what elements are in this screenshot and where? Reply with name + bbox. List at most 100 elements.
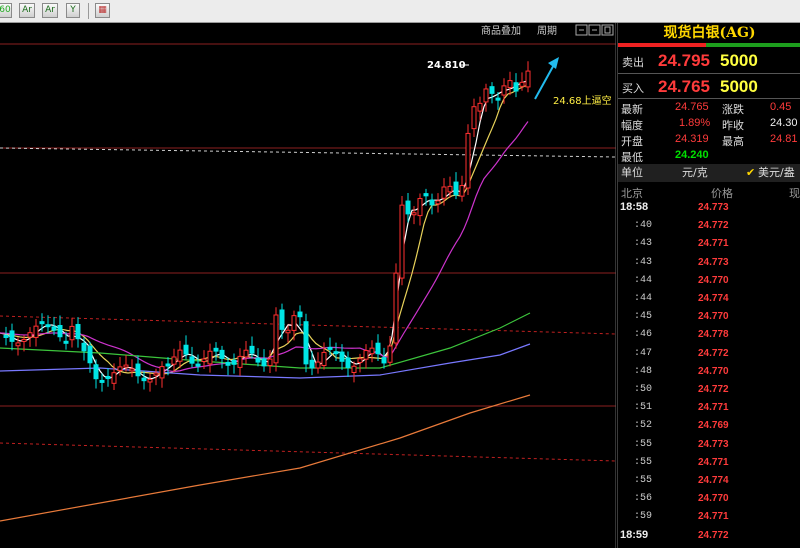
candle	[153, 372, 159, 376]
tick-price: 24.772	[698, 529, 729, 541]
kline-chart-canvas: 商品叠加 周期 24.810 24.68上逼空	[0, 23, 616, 548]
candle	[165, 363, 171, 367]
candle	[435, 200, 441, 205]
open-label: 开盘	[621, 135, 643, 148]
tick-row: :43 24.771	[618, 234, 800, 253]
tick-row: 18:58 24.773	[618, 198, 800, 217]
high-value: 24.81	[770, 133, 798, 145]
amplitude-label: 幅度	[621, 119, 643, 132]
candle	[105, 375, 111, 380]
period-tab[interactable]: 周期	[537, 25, 557, 37]
candle	[261, 358, 267, 367]
unit-label: 单位	[621, 166, 643, 179]
candle	[159, 366, 165, 379]
tick-row: :55 24.773	[618, 435, 800, 454]
latest-label: 最新	[621, 103, 643, 116]
candle	[81, 342, 87, 352]
tick-time: :46	[634, 329, 653, 341]
amplitude-value: 1.89%	[679, 117, 711, 129]
candle	[453, 181, 459, 196]
candle	[501, 85, 507, 96]
candle	[513, 82, 519, 92]
candle	[177, 349, 183, 362]
candle	[447, 185, 453, 193]
unit-usd-option[interactable]: 美元/盎	[758, 164, 795, 182]
candle	[279, 309, 285, 330]
candle	[363, 350, 369, 360]
prev-close-label: 昨收	[722, 119, 744, 132]
buy-volume: 5000	[720, 77, 758, 96]
tick-row: :47 24.772	[618, 344, 800, 363]
tick-time: 18:59	[620, 528, 649, 541]
period-60-button[interactable]: 60	[0, 3, 12, 18]
candle	[417, 198, 423, 217]
candle	[129, 368, 135, 372]
chart-window-controls[interactable]	[575, 24, 614, 36]
candle	[69, 325, 75, 341]
candle	[483, 88, 489, 103]
tick-row: :50 24.772	[618, 380, 800, 399]
tick-time: :44	[634, 274, 653, 286]
toolbar-y-button[interactable]: Y	[66, 3, 80, 18]
tick-row: :44 24.770	[618, 271, 800, 290]
annotation-text: 24.68上逼空	[553, 94, 612, 107]
buy-pressure-bar	[706, 43, 800, 47]
tick-time: :45	[634, 311, 653, 323]
candle	[369, 347, 375, 355]
candle	[411, 212, 417, 216]
candle	[27, 332, 33, 338]
candle	[231, 359, 237, 365]
tick-time: :48	[634, 365, 653, 377]
tick-price: 24.770	[698, 274, 729, 286]
kline-chart[interactable]: 商品叠加 周期 24.810 24.68上逼空	[0, 23, 616, 548]
candle	[423, 193, 429, 197]
toolbar: 60 Ar Ar Y ▦	[0, 0, 800, 23]
tick-price: 24.772	[698, 384, 729, 395]
candle	[33, 325, 39, 338]
tick-price: 24.771	[698, 456, 729, 468]
candle	[135, 363, 141, 377]
tick-row: :43 24.773	[618, 253, 800, 272]
candle	[291, 315, 297, 331]
tick-time: :52	[634, 420, 653, 432]
candle	[21, 338, 27, 342]
divider	[618, 73, 800, 74]
tick-row: :51 24.771	[618, 398, 800, 417]
candle	[123, 364, 129, 368]
low-label: 最低	[621, 151, 643, 164]
candle	[309, 359, 315, 369]
trend-line	[0, 442, 616, 462]
tick-price: 24.773	[698, 256, 729, 268]
overlay-tab[interactable]: 商品叠加	[481, 24, 521, 37]
candle	[441, 186, 447, 199]
candle	[477, 102, 483, 112]
candle	[225, 361, 231, 366]
tick-row: :46 24.778	[618, 325, 800, 344]
tick-price: 24.773	[698, 438, 729, 450]
tick-row: :45 24.770	[618, 307, 800, 326]
candle	[327, 346, 333, 350]
tick-time: :55	[634, 475, 653, 486]
candle	[141, 377, 147, 382]
candle	[273, 314, 279, 364]
high-price-label: 24.810	[427, 60, 466, 71]
sell-volume: 5000	[720, 51, 758, 70]
candle	[93, 364, 99, 380]
tick-row: 18:59 24.772	[618, 526, 800, 545]
candle	[333, 351, 339, 355]
toolbar-ar2-button[interactable]: Ar	[42, 3, 58, 18]
candle	[207, 350, 213, 365]
tick-time: :43	[634, 238, 653, 250]
quote-panel: 现货白银(AG) 卖出 24.795 5000 买入 24.765 5000 最…	[617, 23, 800, 548]
toolbar-ar-button[interactable]: Ar	[19, 3, 35, 18]
candle	[39, 321, 45, 325]
tick-time: 18:58	[620, 201, 649, 213]
tick-time: :59	[634, 511, 653, 523]
change-value: 0.45	[770, 101, 792, 113]
candle	[183, 344, 189, 355]
tick-price: 24.770	[698, 311, 729, 323]
toolbar-grid-button[interactable]: ▦	[95, 3, 110, 18]
tick-price: 24.769	[698, 420, 729, 432]
buy-label: 买入	[622, 82, 644, 95]
candle	[63, 340, 69, 344]
